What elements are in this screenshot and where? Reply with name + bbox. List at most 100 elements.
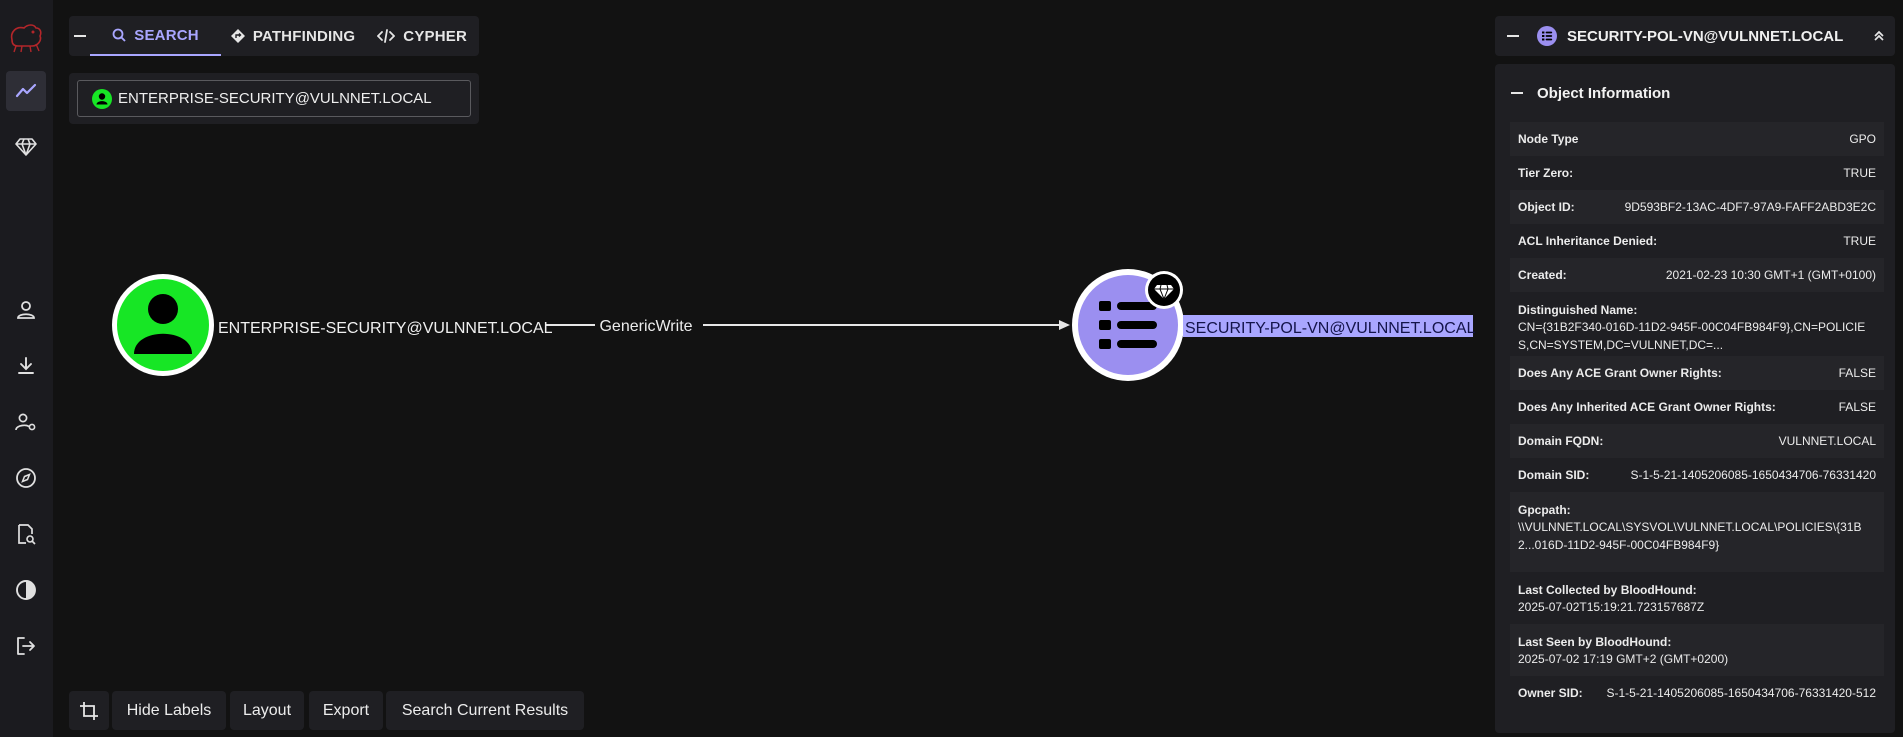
property-row: Last Seen by BloodHound: 2025-07-02 17:19… bbox=[1510, 624, 1884, 676]
property-row: Domain FQDN: VULNNET.LOCAL bbox=[1510, 424, 1884, 458]
source-node-label[interactable]: ENTERPRISE-SECURITY@VULNNET.LOCAL bbox=[218, 320, 553, 337]
app-root: GenericWrite ENTERPRISE-SECURITY@VULNNET… bbox=[0, 0, 1903, 737]
property-value: TRUE bbox=[1843, 166, 1876, 180]
object-information-title: Object Information bbox=[1537, 84, 1671, 102]
search-icon bbox=[112, 28, 126, 42]
user-icon bbox=[17, 301, 35, 319]
property-value: 9D593BF2-13AC-4DF7-97A9-FAFF2ABD3E2C bbox=[1624, 200, 1876, 214]
property-value: 2025-07-02 17:19 GMT+2 (GMT+0200) bbox=[1518, 652, 1729, 666]
collapse-panel-button[interactable] bbox=[1495, 16, 1531, 56]
document-search-icon bbox=[18, 524, 36, 545]
search-input-value: ENTERPRISE-SECURITY@VULNNET.LOCAL bbox=[118, 90, 432, 107]
admin-nav-button[interactable] bbox=[6, 402, 46, 442]
property-key: Tier Zero: bbox=[1518, 166, 1574, 180]
trend-icon bbox=[15, 83, 37, 98]
property-row: Created: 2021-02-23 10:30 GMT+1 (GMT+0100… bbox=[1510, 258, 1884, 292]
property-key: Domain SID: bbox=[1518, 468, 1590, 482]
layout-button[interactable]: Layout bbox=[230, 691, 304, 730]
collapse-search-button[interactable] bbox=[69, 16, 90, 56]
property-row: Tier Zero: TRUE bbox=[1510, 156, 1884, 190]
tab-pathfinding-label: PATHFINDING bbox=[252, 27, 356, 45]
download-icon bbox=[18, 357, 34, 374]
export-label: Export bbox=[322, 701, 370, 719]
entity-panel-title: SECURITY-POL-VN@VULNNET.LOCAL bbox=[1567, 27, 1844, 45]
reset-view-button[interactable] bbox=[69, 691, 109, 730]
gpo-badge-icon bbox=[1537, 26, 1557, 46]
user-settings-icon bbox=[15, 413, 36, 431]
tab-cypher-label: CYPHER bbox=[403, 27, 467, 45]
source-node[interactable] bbox=[112, 274, 214, 376]
property-value: FALSE bbox=[1838, 366, 1876, 380]
property-key: Object ID: bbox=[1518, 200, 1575, 214]
api-explorer-button[interactable] bbox=[6, 514, 46, 554]
search-tabs: SEARCH PATHFINDING CYPHER bbox=[69, 16, 479, 56]
minus-icon bbox=[73, 35, 86, 37]
target-node[interactable] bbox=[1072, 269, 1184, 381]
property-value: \\VULNNET.LOCAL\SYSVOL\VULNNET.LOCAL\POL… bbox=[1518, 520, 1862, 552]
property-row: Distinguished Name: CN={31B2F340-016D-11D… bbox=[1510, 292, 1884, 356]
search-current-results-button[interactable]: Search Current Results bbox=[386, 691, 584, 730]
logout-button[interactable] bbox=[6, 626, 46, 666]
property-row: Domain SID: S-1-5-21-1405206085-165043470… bbox=[1510, 458, 1884, 492]
double-chevron-up-icon bbox=[1874, 30, 1884, 41]
property-value: S-1-5-21-1405206085-1650434706-76331420-… bbox=[1606, 686, 1876, 700]
gpo-list-icon bbox=[1099, 301, 1157, 349]
contrast-icon bbox=[16, 580, 36, 600]
property-row: Gpcpath: \\VULNNET.LOCAL\SYSVOL\VULNNET.L… bbox=[1510, 492, 1884, 572]
property-key: ACL Inheritance Denied: bbox=[1518, 234, 1658, 248]
entity-panel-body: Object Information Node Type GPO Tier Zer… bbox=[1495, 64, 1895, 733]
tab-search[interactable]: SEARCH bbox=[90, 16, 221, 56]
search-input[interactable]: ENTERPRISE-SECURITY@VULNNET.LOCAL bbox=[77, 80, 471, 117]
property-key: Created: bbox=[1518, 268, 1567, 282]
property-row: ACL Inheritance Denied: TRUE bbox=[1510, 224, 1884, 258]
edge-arrowhead bbox=[1059, 320, 1070, 330]
property-row: Does Any Inherited ACE Grant Owner Right… bbox=[1510, 390, 1884, 424]
entity-panel-header: SECURITY-POL-VN@VULNNET.LOCAL bbox=[1495, 16, 1895, 56]
object-information-header[interactable]: Object Information bbox=[1495, 64, 1895, 122]
property-key: Domain FQDN: bbox=[1518, 434, 1604, 448]
export-button[interactable]: Export bbox=[309, 691, 383, 730]
search-panel: ENTERPRISE-SECURITY@VULNNET.LOCAL bbox=[69, 73, 479, 124]
property-key: Last Seen by BloodHound: bbox=[1518, 635, 1672, 649]
tab-cypher[interactable]: CYPHER bbox=[365, 16, 479, 56]
minus-icon bbox=[1507, 35, 1519, 37]
tab-pathfinding[interactable]: PATHFINDING bbox=[221, 16, 365, 56]
explore-compass-button[interactable] bbox=[6, 458, 46, 498]
tier-zero-nav-button[interactable] bbox=[6, 127, 46, 167]
bloodhound-logo bbox=[6, 18, 46, 54]
expand-collapse-panel-button[interactable] bbox=[1873, 16, 1885, 56]
code-icon bbox=[377, 29, 396, 43]
left-sidebar bbox=[0, 0, 53, 737]
property-row: Does Any ACE Grant Owner Rights: FALSE bbox=[1510, 356, 1884, 390]
tier-zero-badge-icon bbox=[1145, 271, 1183, 309]
gem-icon bbox=[15, 138, 37, 156]
hide-labels-button[interactable]: Hide Labels bbox=[112, 691, 226, 730]
hide-labels-label: Hide Labels bbox=[126, 701, 212, 719]
property-key: Gpcpath: bbox=[1518, 503, 1571, 517]
property-key: Does Any ACE Grant Owner Rights: bbox=[1518, 366, 1722, 380]
search-current-results-label: Search Current Results bbox=[401, 701, 569, 719]
explore-nav-button[interactable] bbox=[6, 71, 46, 111]
property-row: Node Type GPO bbox=[1510, 122, 1884, 156]
edge-label[interactable]: GenericWrite bbox=[599, 318, 692, 335]
property-row: Object ID: 9D593BF2-13AC-4DF7-97A9-FAFF2A… bbox=[1510, 190, 1884, 224]
user-node-badge-icon bbox=[92, 88, 112, 109]
minus-icon bbox=[1511, 92, 1523, 94]
download-nav-button[interactable] bbox=[6, 346, 46, 386]
theme-toggle-button[interactable] bbox=[6, 570, 46, 610]
layout-label: Layout bbox=[242, 701, 292, 719]
property-value: 2021-02-23 10:30 GMT+1 (GMT+0100) bbox=[1665, 268, 1876, 282]
property-value: GPO bbox=[1849, 132, 1876, 146]
property-value: VULNNET.LOCAL bbox=[1778, 434, 1876, 448]
crop-icon bbox=[80, 701, 98, 720]
property-key: Does Any Inherited ACE Grant Owner Right… bbox=[1518, 400, 1776, 414]
logout-icon bbox=[17, 637, 35, 655]
property-key: Last Collected by BloodHound: bbox=[1518, 583, 1697, 597]
target-node-label[interactable]: SECURITY-POL-VN@VULNNET.LOCAL bbox=[1185, 320, 1475, 337]
property-key: Distinguished Name: bbox=[1518, 303, 1638, 317]
property-value: 2025-07-02T15:19:21.723157687Z bbox=[1518, 600, 1705, 614]
tab-search-label: SEARCH bbox=[134, 26, 199, 44]
profile-nav-button[interactable] bbox=[6, 290, 46, 330]
property-row: Last Collected by BloodHound: 2025-07-02T… bbox=[1510, 572, 1884, 624]
property-row: Owner SID: S-1-5-21-1405206085-1650434706… bbox=[1510, 676, 1884, 710]
